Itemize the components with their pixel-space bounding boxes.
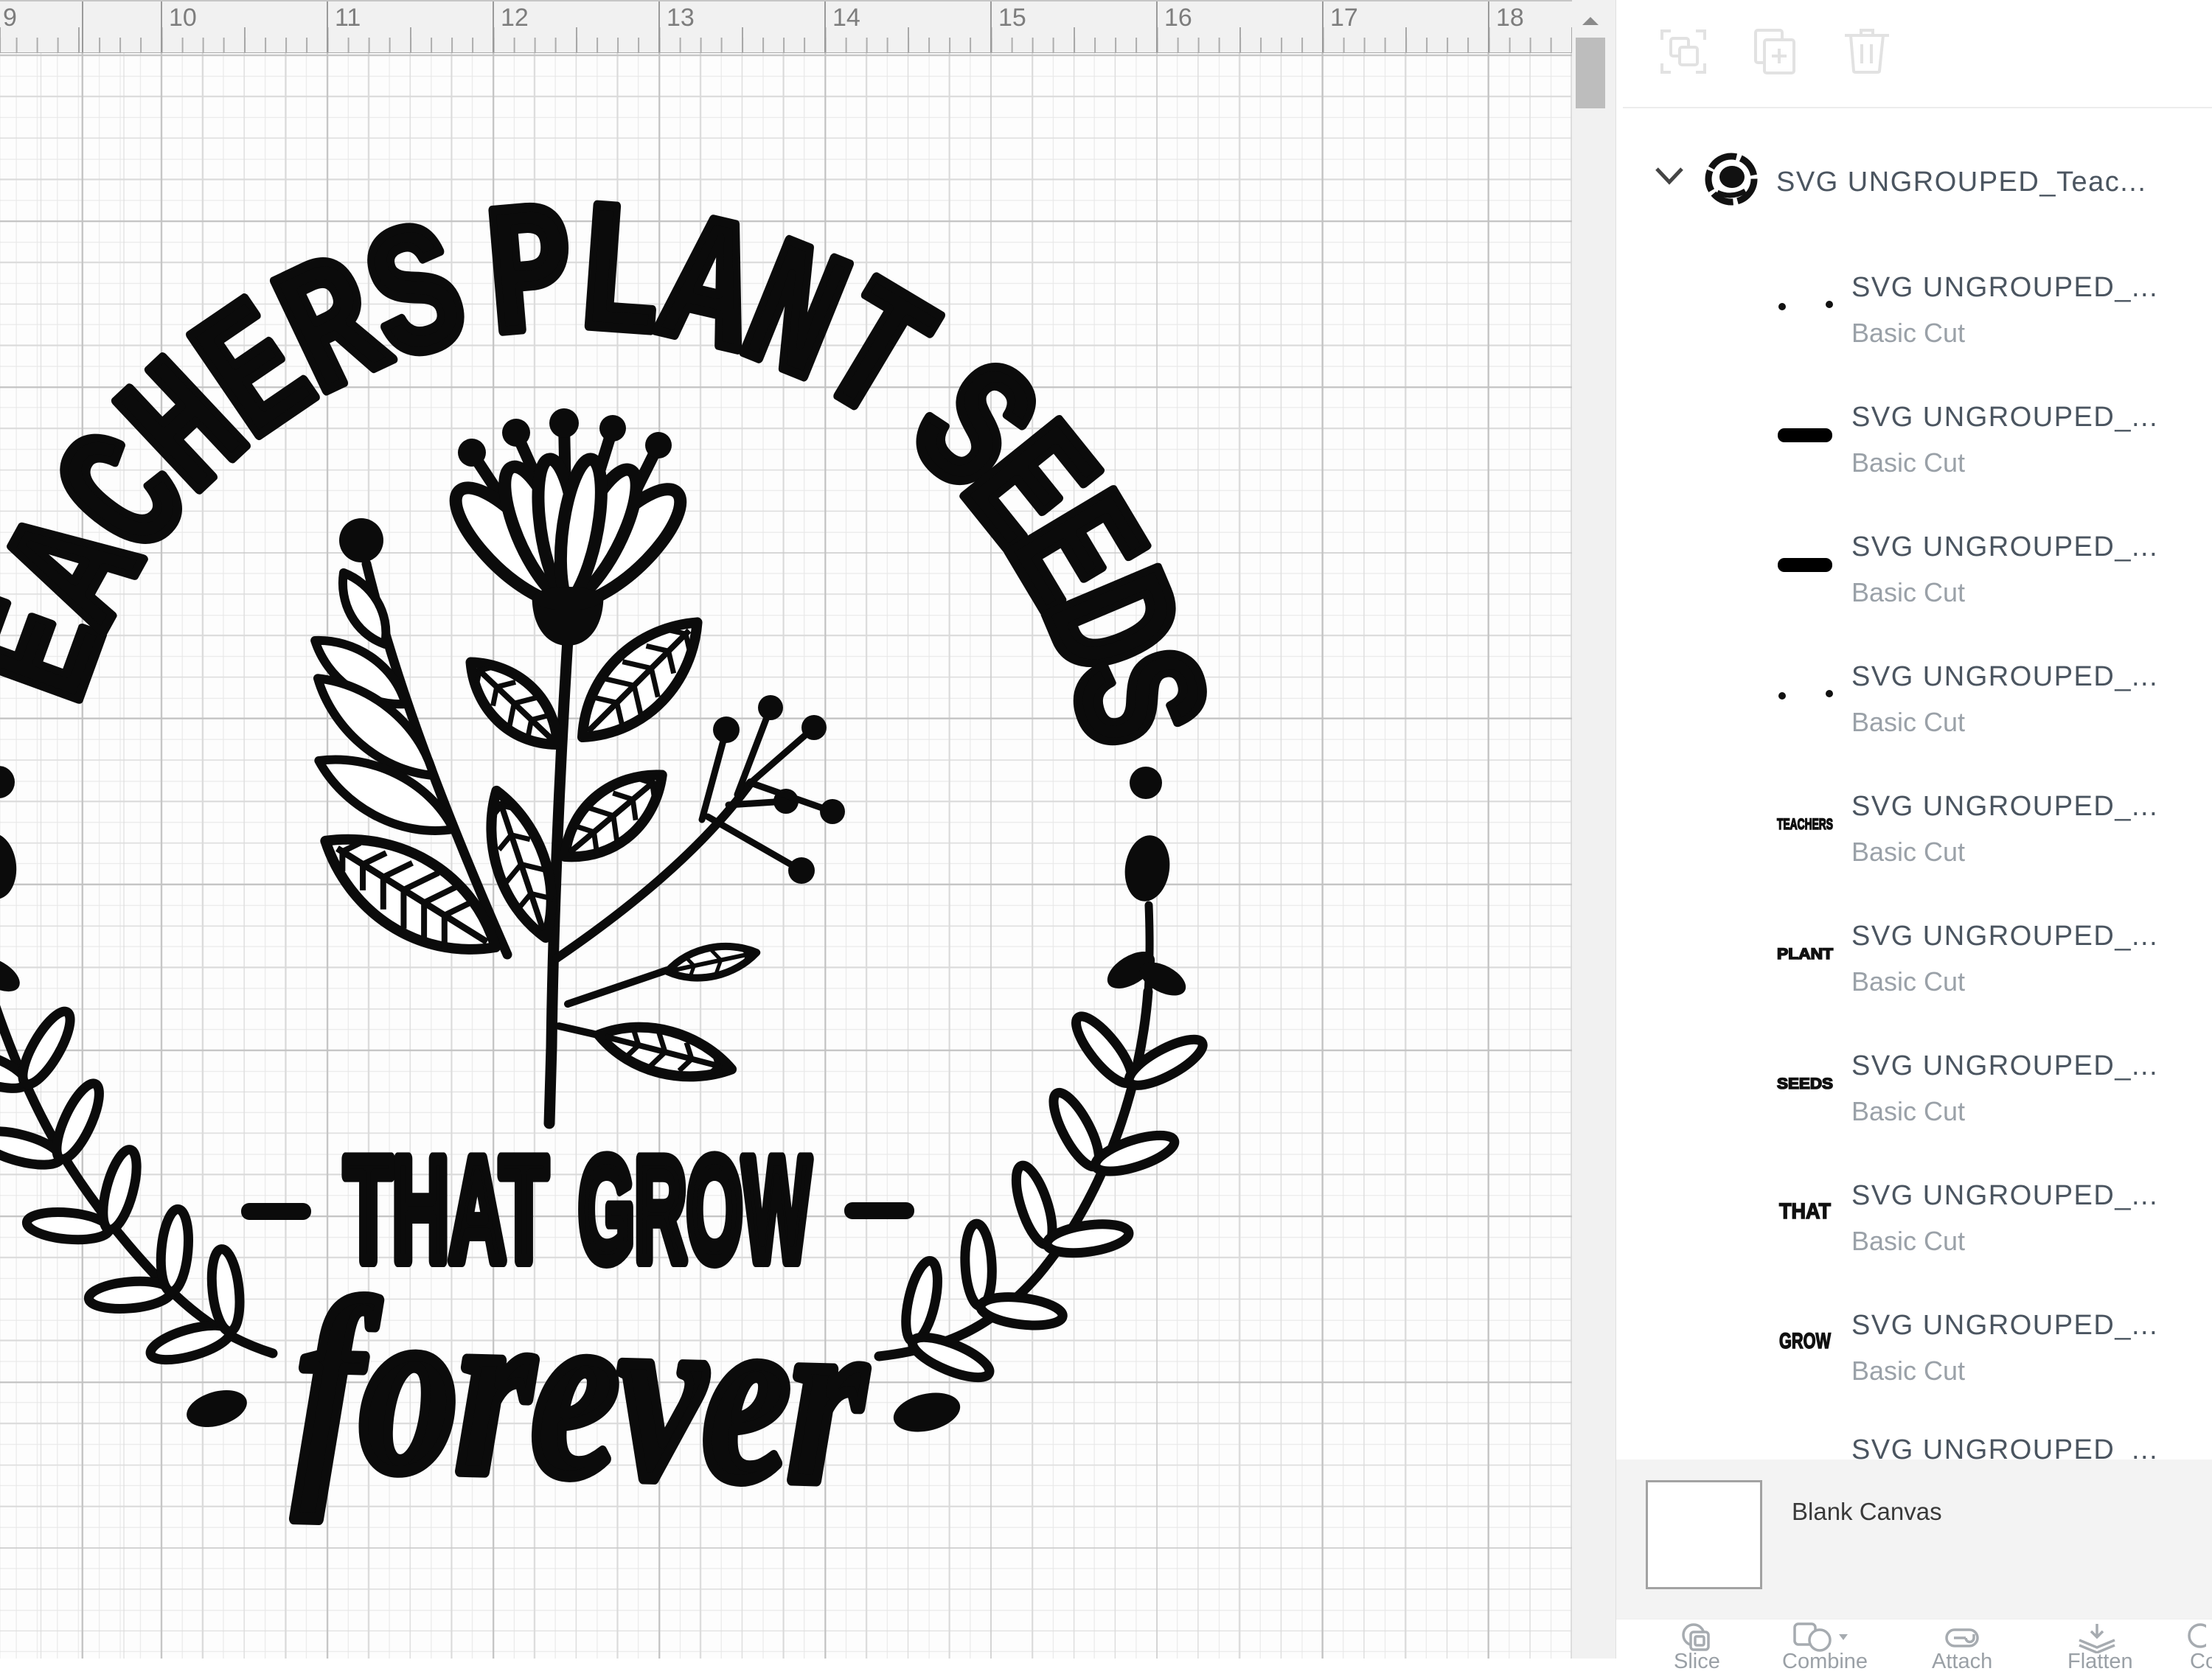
svg-text:PLANT: PLANT xyxy=(1777,946,1833,963)
svg-text:P: P xyxy=(480,172,582,387)
svg-text:THAT: THAT xyxy=(1779,1199,1831,1224)
svg-text:forever: forever xyxy=(293,1251,872,1535)
svg-text:SEEDS: SEEDS xyxy=(1777,1075,1833,1092)
svg-text:TEACHERS: TEACHERS xyxy=(1777,816,1833,833)
svg-text:GROW: GROW xyxy=(1779,1329,1831,1353)
